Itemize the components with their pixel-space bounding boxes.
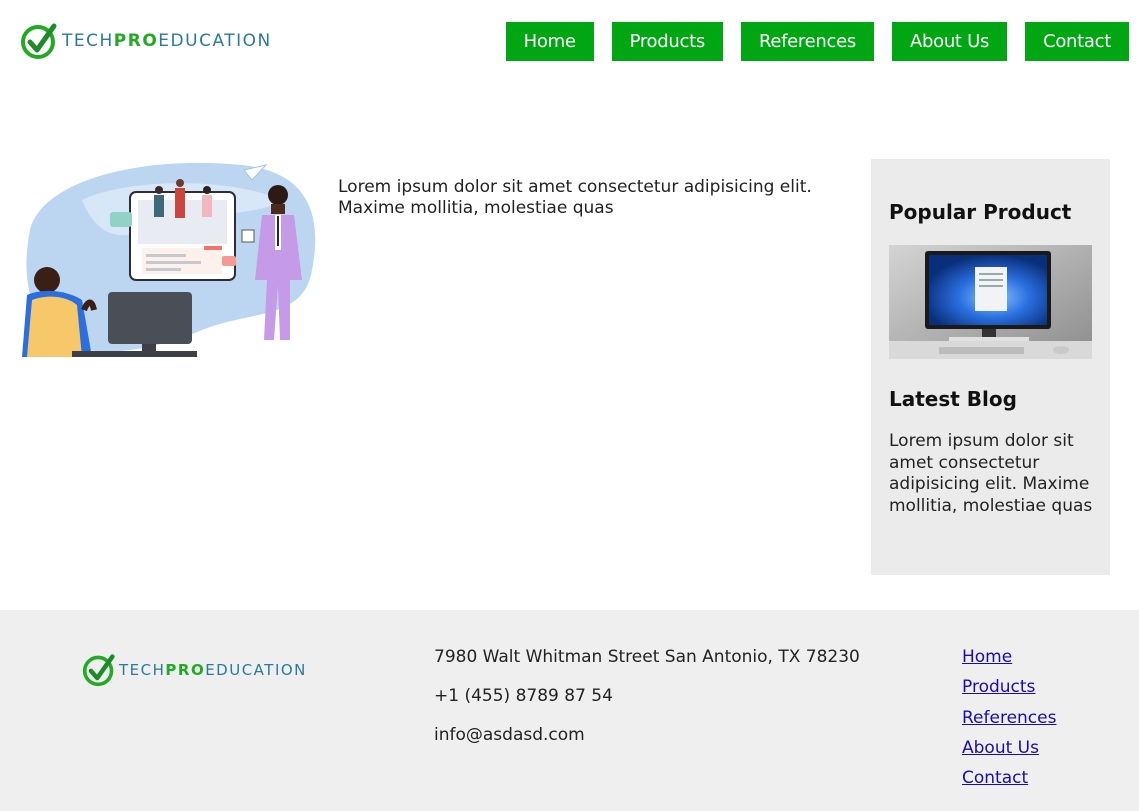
hero-illustration	[22, 162, 316, 357]
nav-contact-button[interactable]: Contact	[1025, 22, 1129, 61]
header-logo[interactable]: TECHPROEDUCATION	[20, 20, 272, 62]
footer-address: 7980 Walt Whitman Street San Antonio, TX…	[434, 647, 860, 667]
nav-about-button[interactable]: About Us	[891, 22, 1008, 61]
footer-email: info@asdasd.com	[434, 725, 585, 745]
latest-blog-heading: Latest Blog	[889, 387, 1017, 411]
footer-links: Home Products References About Us Contac…	[962, 646, 1056, 797]
footer-link-home[interactable]: Home	[962, 646, 1056, 676]
sidebar: Popular Product Latest Blog Lorem ipsum …	[871, 159, 1110, 575]
logo-text: TECHPROEDUCATION	[62, 31, 272, 51]
logo-text: TECHPROEDUCATION	[119, 661, 307, 679]
monitor-image	[889, 245, 1092, 359]
checkmark-logo-icon	[21, 23, 57, 59]
nav-references-button[interactable]: References	[740, 22, 874, 61]
checkmark-logo-icon	[82, 654, 115, 687]
latest-blog-text: Lorem ipsum dolor sit amet consectetur a…	[889, 431, 1093, 516]
main-nav: Home Products References About Us Contac…	[488, 22, 1129, 61]
contact-info: 7980 Walt Whitman Street San Antonio, TX…	[434, 646, 860, 763]
footer-link-about[interactable]: About Us	[962, 737, 1056, 767]
nav-home-button[interactable]: Home	[505, 22, 594, 61]
site-footer: TECHPROEDUCATION 7980 Walt Whitman Stree…	[0, 610, 1139, 811]
product-image[interactable]	[889, 245, 1092, 359]
popular-product-heading: Popular Product	[889, 200, 1072, 224]
footer-link-contact[interactable]: Contact	[962, 767, 1056, 797]
footer-phone: +1 (455) 8789 87 54	[434, 686, 613, 706]
intro-paragraph: Lorem ipsum dolor sit amet consectetur a…	[338, 177, 812, 218]
footer-link-products[interactable]: Products	[962, 676, 1056, 706]
footer-link-references[interactable]: References	[962, 707, 1056, 737]
nav-products-button[interactable]: Products	[611, 22, 723, 61]
site-header: TECHPROEDUCATION Home Products Reference…	[0, 0, 1139, 82]
footer-logo[interactable]: TECHPROEDUCATION	[82, 652, 307, 688]
